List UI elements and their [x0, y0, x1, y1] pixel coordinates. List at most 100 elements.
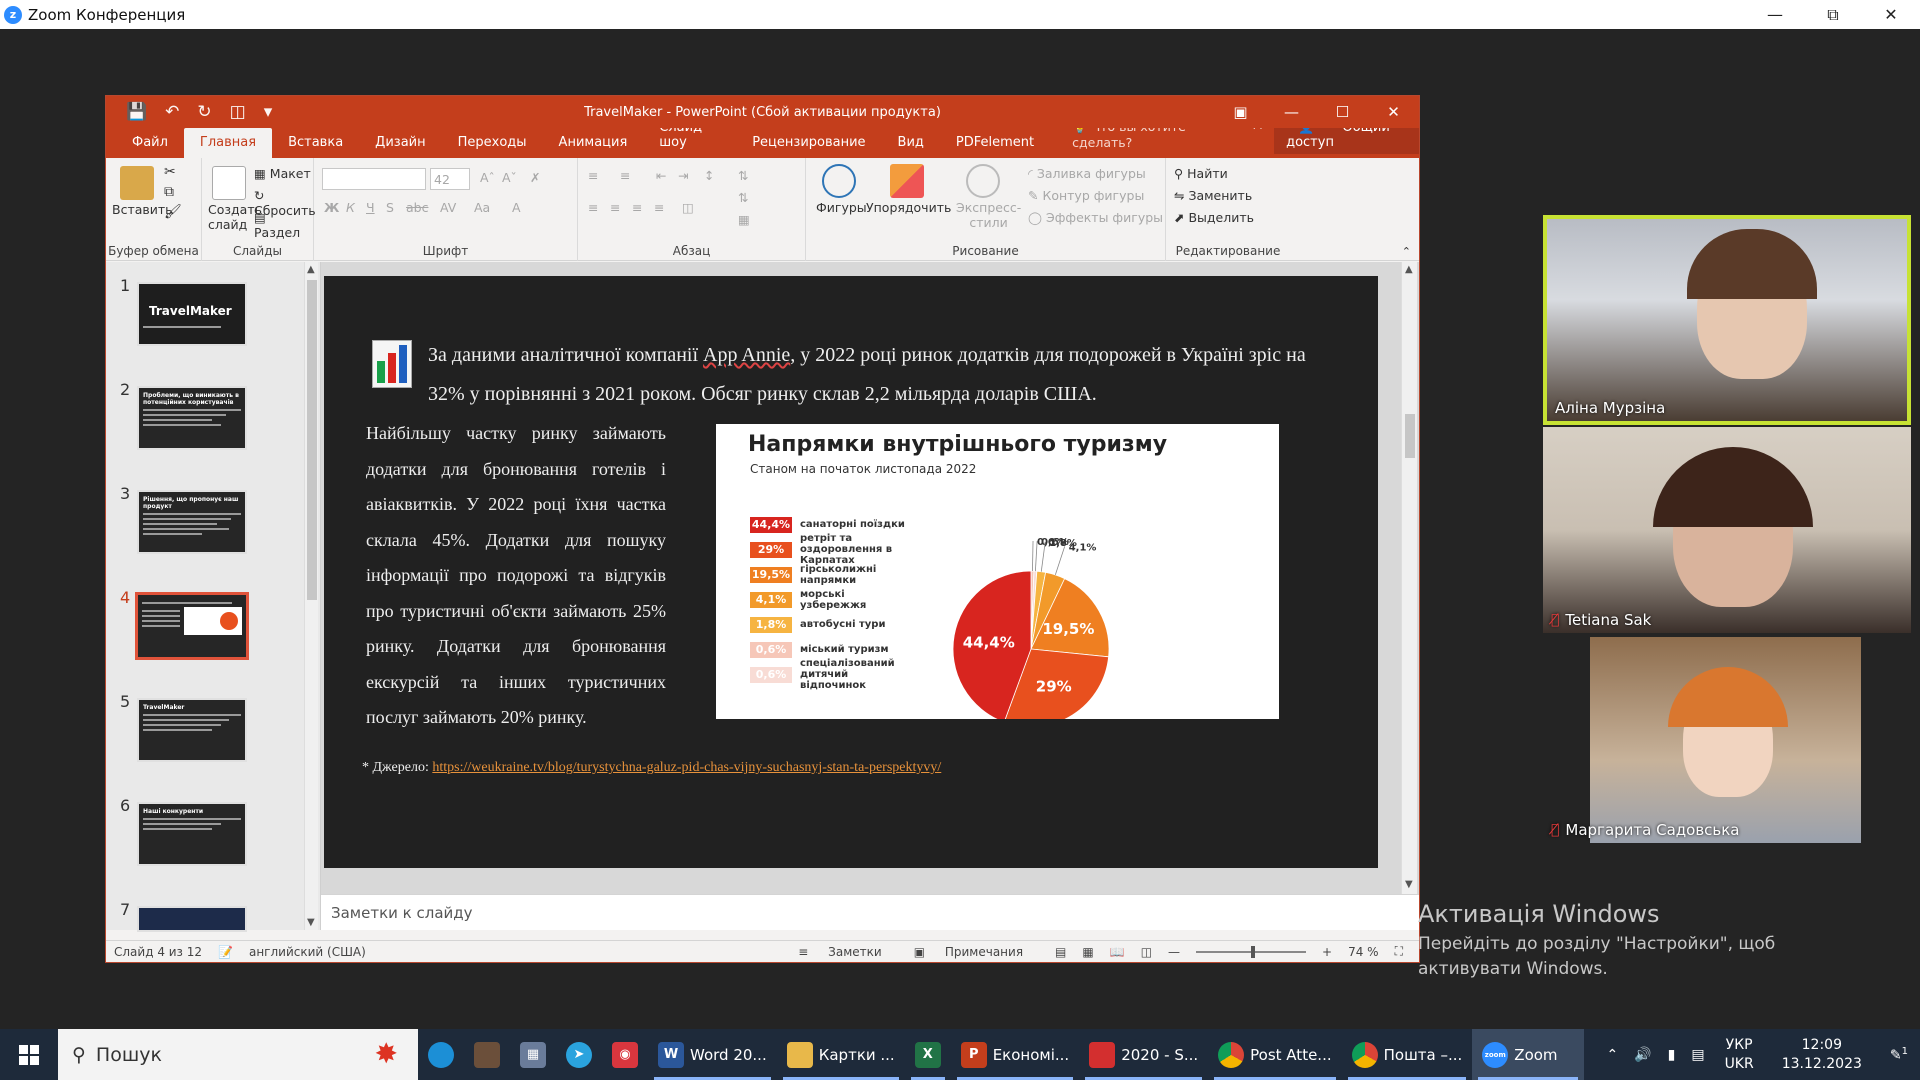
slide-scrollbar[interactable]: ▲ ▼ ▲ ▼ [1401, 262, 1417, 930]
slide-canvas[interactable]: За даними аналітичної компанії App Annie… [324, 276, 1378, 868]
section-button[interactable]: ▤ Раздел [254, 210, 313, 240]
scroll-thumb[interactable] [1405, 414, 1415, 458]
new-slide-icon[interactable] [212, 166, 246, 200]
language-indicator[interactable]: английский (США) [249, 945, 366, 959]
arrange-icon[interactable] [890, 164, 924, 198]
tab-transitions[interactable]: Переходы [442, 135, 543, 158]
minimize-button[interactable]: — [1746, 0, 1804, 29]
battery-icon[interactable]: ▮ [1660, 1047, 1684, 1063]
numbering-icon[interactable]: ≡ [620, 168, 630, 183]
notifications-icon[interactable]: ✎1 [1878, 1046, 1920, 1064]
tab-design[interactable]: Дизайн [359, 135, 441, 158]
shape-effects-button[interactable]: ◯ Эффекты фигуры [1028, 210, 1163, 225]
fit-to-window-icon[interactable]: ⛶ [1395, 944, 1403, 959]
undo-icon[interactable]: ↶ [165, 102, 179, 122]
bullets-icon[interactable]: ≡ [588, 168, 598, 183]
video-tile-margaryta[interactable]: 🎙̸ Маргарита Садовська [1543, 637, 1911, 843]
comments-toggle[interactable]: ▣ Примечания [914, 945, 1039, 959]
ppt-maximize-button[interactable]: ☐ [1317, 96, 1368, 128]
zoom-in-icon[interactable]: + [1322, 945, 1332, 959]
taskbar-folder[interactable]: Картки ... [777, 1029, 905, 1080]
clear-formatting-icon[interactable]: ✗ [530, 170, 540, 185]
shape-outline-button[interactable]: ✎ Контур фигуры [1028, 188, 1144, 203]
tab-animations[interactable]: Анимация [543, 135, 644, 158]
scroll-down-icon[interactable]: ▼ [1405, 879, 1413, 890]
select-button[interactable]: ⬈ Выделить [1174, 210, 1254, 225]
font-family-input[interactable] [322, 168, 426, 190]
taskbar-chrome-1[interactable]: Post Atte... [1208, 1029, 1341, 1080]
tab-review[interactable]: Рецензирование [736, 135, 881, 158]
collapse-ribbon-icon[interactable]: ⌃ [1402, 245, 1411, 258]
tray-overflow-icon[interactable]: ⌃ [1598, 1047, 1626, 1063]
network-icon[interactable]: ▤ [1683, 1047, 1712, 1063]
taskbar-chrome-2[interactable]: Пошта –... [1342, 1029, 1473, 1080]
copy-icon[interactable]: ⧉ [164, 184, 174, 200]
start-slideshow-icon[interactable]: ◫ [230, 102, 246, 122]
ppt-minimize-button[interactable]: — [1266, 96, 1317, 128]
shadow-icon[interactable]: S [386, 200, 394, 215]
scroll-up-icon[interactable]: ▲ [1405, 264, 1413, 275]
zoom-slider[interactable] [1196, 945, 1307, 958]
layout-button[interactable]: ▦ Макет [254, 166, 311, 181]
taskbar-photo-app[interactable] [464, 1029, 510, 1080]
quick-styles-icon[interactable] [966, 164, 1000, 198]
tab-insert[interactable]: Вставка [272, 135, 359, 158]
shrink-font-icon[interactable]: Aˇ [502, 170, 517, 185]
tourism-chart[interactable]: Напрямки внутрішнього туризму Станом на … [716, 424, 1279, 719]
decrease-indent-icon[interactable]: ⇤ [656, 168, 666, 183]
increase-indent-icon[interactable]: ⇥ [678, 168, 688, 183]
redo-icon[interactable]: ↻ [197, 102, 211, 122]
columns-icon[interactable]: ◫ [682, 200, 694, 215]
taskbar-search[interactable]: ⚲ Пошук ✸ [58, 1029, 418, 1080]
scroll-down-icon[interactable]: ▼ [307, 917, 315, 928]
scroll-up-icon[interactable]: ▲ [307, 264, 315, 275]
tab-home[interactable]: Главная [183, 128, 273, 158]
taskbar-camera[interactable]: ◉ [602, 1029, 648, 1080]
shape-fill-button[interactable]: ◜ Заливка фигуры [1028, 166, 1146, 181]
ppt-close-button[interactable]: ✕ [1368, 96, 1419, 128]
tab-view[interactable]: Вид [882, 135, 940, 158]
grow-font-icon[interactable]: Aˆ [480, 170, 495, 185]
video-tile-speaker[interactable]: Аліна Мурзіна [1543, 215, 1911, 425]
slide-sorter-icon[interactable]: ▦ [1082, 945, 1093, 959]
char-spacing-icon[interactable]: AV [440, 200, 456, 215]
arrange-button[interactable]: Упорядочить [866, 200, 951, 215]
font-size-input[interactable]: 42 [430, 168, 470, 190]
tab-file[interactable]: Файл [116, 135, 184, 158]
close-button[interactable]: ✕ [1862, 0, 1920, 29]
shapes-icon[interactable] [822, 164, 856, 198]
zoom-out-icon[interactable]: — [1168, 945, 1180, 959]
taskbar-powerpoint[interactable]: P Економі... [951, 1029, 1080, 1080]
align-right-icon[interactable]: ≡ [632, 200, 642, 215]
save-icon[interactable]: 💾 [126, 102, 147, 122]
restore-button[interactable]: ⧉ [1804, 0, 1862, 29]
format-painter-icon[interactable]: 🖌 [164, 204, 182, 220]
change-case-icon[interactable]: Aa [474, 200, 490, 215]
volume-icon[interactable]: 🔊 [1626, 1047, 1659, 1063]
spellcheck-icon[interactable]: 📝 [218, 945, 233, 959]
video-tile-tetiana[interactable]: 🎙̸ Tetiana Sak [1543, 427, 1911, 633]
clock[interactable]: 12:09 13.12.2023 [1766, 1036, 1878, 1074]
zoom-slider-thumb[interactable] [1251, 945, 1256, 958]
reading-view-icon[interactable]: 📖 [1110, 945, 1125, 959]
start-button[interactable] [0, 1029, 58, 1080]
source-link[interactable]: https://weukraine.tv/blog/turystychna-ga… [432, 760, 941, 775]
cut-icon[interactable]: ✂ [164, 164, 176, 180]
quick-styles-button[interactable]: Экспресс-стили [956, 200, 1021, 230]
underline-icon[interactable]: Ч [366, 200, 375, 215]
taskbar-excel[interactable]: X [905, 1029, 951, 1080]
taskbar-edge[interactable] [418, 1029, 464, 1080]
normal-view-icon[interactable]: ▤ [1055, 945, 1066, 959]
paste-icon[interactable] [120, 166, 154, 200]
align-center-icon[interactable]: ≡ [610, 200, 620, 215]
slide-body-text[interactable]: Найбільшу частку ринку займають додатки … [366, 416, 666, 736]
bold-icon[interactable]: Ж [324, 200, 339, 215]
line-spacing-icon[interactable]: ↕ [704, 168, 714, 183]
notes-pane[interactable]: Заметки к слайду [321, 894, 1419, 930]
slide-intro-text[interactable]: За даними аналітичної компанії App Annie… [428, 336, 1328, 414]
taskbar-word[interactable]: W Word 20... [648, 1029, 777, 1080]
scroll-thumb[interactable] [307, 280, 317, 600]
customize-qat-icon[interactable]: ▾ [264, 102, 273, 122]
smartart-icon[interactable]: ▦ [738, 212, 750, 227]
align-text-icon[interactable]: ⇅ [738, 190, 748, 205]
